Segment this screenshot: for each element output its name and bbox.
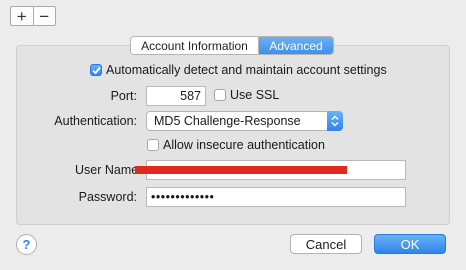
- ok-button[interactable]: OK: [374, 234, 446, 254]
- port-label: Port:: [110, 89, 137, 103]
- checkmark-icon: [92, 66, 101, 75]
- username-label: User Name:: [75, 163, 142, 177]
- remove-button[interactable]: −: [34, 7, 56, 25]
- authentication-popup[interactable]: MD5 Challenge-Response: [146, 111, 343, 131]
- authentication-label: Authentication:: [54, 114, 137, 128]
- password-label: Password:: [78, 190, 137, 204]
- add-remove-control: + −: [10, 6, 56, 26]
- cancel-button[interactable]: Cancel: [290, 234, 362, 254]
- redaction-bar: [135, 166, 347, 174]
- tab-account-information[interactable]: Account Information: [131, 37, 259, 54]
- auto-detect-label: Automatically detect and maintain accoun…: [106, 63, 387, 77]
- chevron-up-down-icon: [327, 111, 343, 131]
- auto-detect-checkbox[interactable]: [90, 64, 102, 76]
- authentication-value: MD5 Challenge-Response: [154, 114, 301, 128]
- tab-advanced[interactable]: Advanced: [259, 37, 333, 54]
- allow-insecure-auth-checkbox[interactable]: [147, 139, 159, 151]
- port-field[interactable]: 587: [146, 86, 206, 106]
- use-ssl-checkbox[interactable]: [214, 89, 226, 101]
- help-button[interactable]: ?: [16, 234, 37, 255]
- tab-bar: Account Information Advanced: [130, 36, 334, 55]
- use-ssl-label: Use SSL: [230, 88, 280, 102]
- allow-insecure-auth-label: Allow insecure authentication: [163, 138, 325, 152]
- add-button[interactable]: +: [11, 7, 34, 25]
- password-field[interactable]: •••••••••••••: [146, 187, 406, 207]
